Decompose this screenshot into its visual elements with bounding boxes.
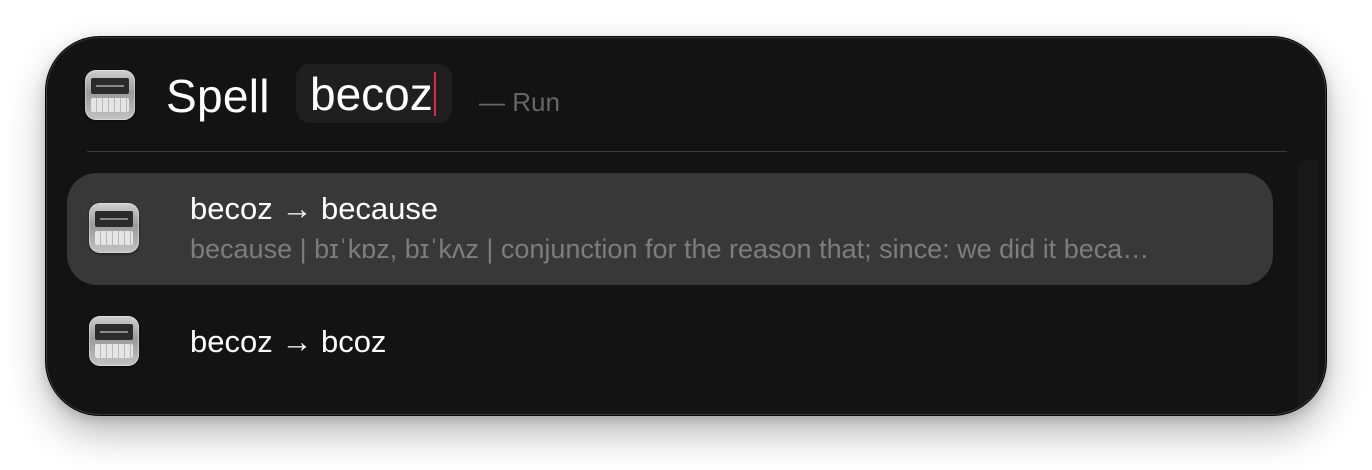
search-bar: Spell becoz — Run <box>47 38 1325 152</box>
action-hint: — Run <box>479 87 560 117</box>
result-title: becoz → because <box>190 191 439 226</box>
text-caret <box>433 71 437 116</box>
search-query-text[interactable]: becoz <box>310 66 433 122</box>
keyboard-app-icon <box>85 70 135 120</box>
workflow-keyword: Spell <box>166 70 270 122</box>
launcher-window: Spell becoz — Run becoz → because becaus… <box>46 37 1326 415</box>
result-item[interactable]: becoz → because because | bɪˈkɒz, bɪˈkʌz… <box>67 173 1273 285</box>
result-item[interactable]: becoz → bcoz <box>67 292 1273 392</box>
keyboard-app-icon <box>89 316 139 366</box>
results-scrollbar[interactable] <box>1298 160 1318 414</box>
result-subtitle: because | bɪˈkɒz, bɪˈkʌz | conjunction f… <box>190 234 1150 264</box>
result-title: becoz → bcoz <box>190 324 387 359</box>
keyboard-app-icon <box>89 203 139 253</box>
divider <box>87 151 1287 152</box>
search-input[interactable]: becoz <box>296 64 453 123</box>
